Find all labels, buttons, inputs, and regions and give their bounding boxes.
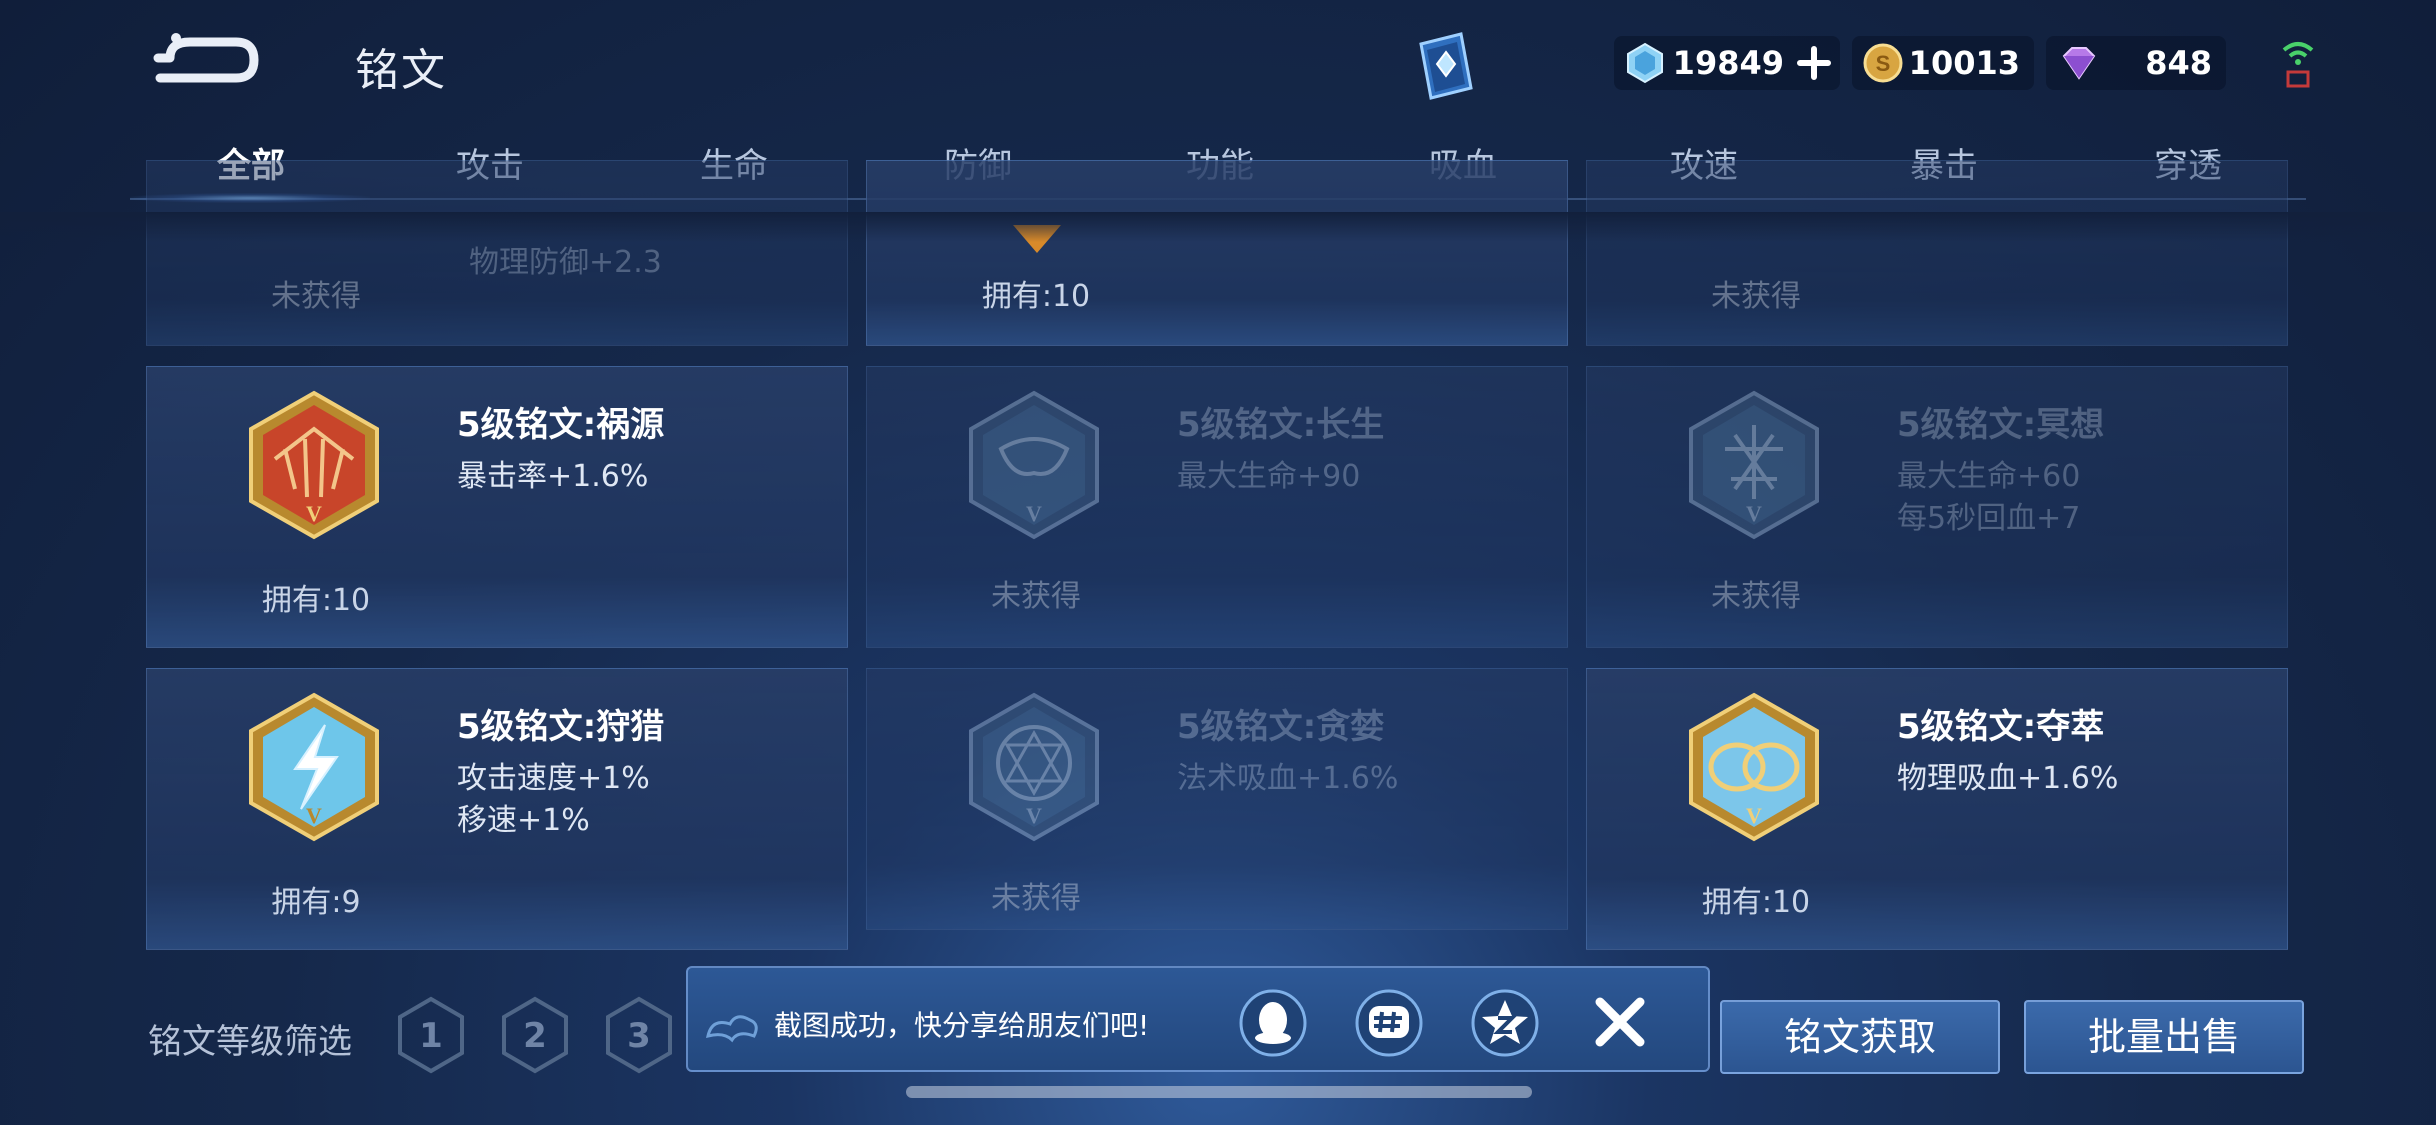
gem-amount: 848 [2145,44,2212,82]
card-status: 未获得 [271,279,361,314]
card-name: 5级铭文:贪婪 [1177,707,1385,747]
diamond-currency-icon [1627,42,1663,84]
shoulie-emblem-icon: V [249,692,379,842]
level-number: 1 [419,1016,443,1056]
inscription-card-shoulie[interactable]: V 5级铭文:狩猎 攻击速度+1% 移速+1% 拥有:9 [146,668,848,950]
svg-text:S: S [1876,51,1891,76]
svg-text:V: V [1746,501,1762,526]
level-number: 3 [627,1016,651,1056]
diamond-currency: 19849 [1614,36,1840,90]
home-indicator[interactable] [906,1086,1532,1098]
card-name: 5级铭文:狩猎 [457,707,665,747]
inscription-card-tanlan[interactable]: V 5级铭文:贪婪 法术吸血+1.6% 未获得 [866,668,1568,930]
moments-icon[interactable] [1354,988,1424,1058]
svg-text:V: V [1026,501,1042,526]
level-number: 2 [523,1016,547,1056]
qzone-icon[interactable] [1470,988,1540,1058]
mingxiang-emblem-icon: V [1689,390,1819,540]
gold-coin-icon: S [1863,43,1903,83]
inscription-card-changsheng[interactable]: V 5级铭文:长生 最大生命+90 未获得 [866,366,1568,648]
back-button[interactable] [150,28,260,94]
card-status: 拥有:10 [1701,885,1811,920]
card-attr: 物理吸血+1.6% [1897,761,2119,796]
card-status: 未获得 [991,579,1081,614]
card-status: 未获得 [991,881,1081,916]
level-filter-label: 铭文等级筛选 [148,1022,352,1062]
card-status: 拥有:9 [271,885,361,920]
svg-text:V: V [306,803,322,828]
purple-gem-icon [2062,47,2096,80]
card-attr: 攻击速度+1% [457,761,650,796]
level-filter-1[interactable]: 1 [396,996,466,1074]
inscription-acquire-button[interactable]: 铭文获取 [1720,1000,2000,1074]
inscription-card-duocui[interactable]: V 5级铭文:夺萃 物理吸血+1.6% 拥有:10 [1586,668,2288,950]
inscription-card-huoyuan[interactable]: V 5级铭文:祸源 暴击率+1.6% 拥有:10 [146,366,848,648]
card-status: 未获得 [1711,579,1801,614]
card-status: 拥有:10 [981,279,1091,314]
inscription-card-mingxiang[interactable]: V 5级铭文:冥想 最大生命+60 每5秒回血+7 未获得 [1586,366,2288,648]
gold-amount: 10013 [1908,44,2020,82]
card-name: 5级铭文:长生 [1177,405,1385,445]
card-status: 未获得 [1711,279,1801,314]
close-icon[interactable] [1592,994,1648,1050]
qq-icon[interactable] [1238,988,1308,1058]
gold-currency: S 10013 [1852,36,2034,90]
scroll-fade [0,212,2436,242]
card-name: 5级铭文:冥想 [1897,405,2105,445]
svg-text:V: V [1026,803,1042,828]
gem-currency: 848 [2046,36,2226,90]
duocui-emblem-icon: V [1689,692,1819,842]
card-attr: 物理防御+2.3 [469,245,662,280]
add-diamond-button[interactable] [1796,45,1832,81]
share-toast: 截图成功，快分享给朋友们吧! [686,966,1710,1072]
huoyuan-emblem-icon: V [249,390,379,540]
svg-text:V: V [1746,803,1762,828]
card-name: 5级铭文:祸源 [457,405,665,445]
diamond-amount: 19849 [1672,44,1784,82]
cloud-decoration-icon [706,1015,758,1043]
card-attr: 法术吸血+1.6% [1177,761,1399,796]
wifi-signal-icon [2282,42,2314,88]
partial-card-1[interactable]: 物理防御+2.3 未获得 [146,160,848,346]
card-attr: 最大生命+60 [1897,459,2081,494]
level-filter-2[interactable]: 2 [500,996,570,1074]
partial-card-3[interactable]: 未获得 [1586,160,2288,346]
card-status: 拥有:10 [261,583,371,618]
svg-text:V: V [306,501,322,526]
bulk-sell-button[interactable]: 批量出售 [2024,1000,2304,1074]
tanlan-emblem-icon: V [969,692,1099,842]
changsheng-emblem-icon: V [969,390,1099,540]
partial-card-2[interactable]: 拥有:10 [866,160,1568,346]
inscription-book-icon[interactable] [1405,26,1485,106]
level-filter-3[interactable]: 3 [604,996,674,1074]
card-attr: 暴击率+1.6% [457,459,649,494]
page-title: 铭文 [355,45,447,96]
card-attr: 移速+1% [457,803,590,838]
card-attr: 最大生命+90 [1177,459,1361,494]
card-name: 5级铭文:夺萃 [1897,707,2105,747]
share-message: 截图成功，快分享给朋友们吧! [774,1009,1150,1042]
card-attr: 每5秒回血+7 [1897,501,2081,536]
